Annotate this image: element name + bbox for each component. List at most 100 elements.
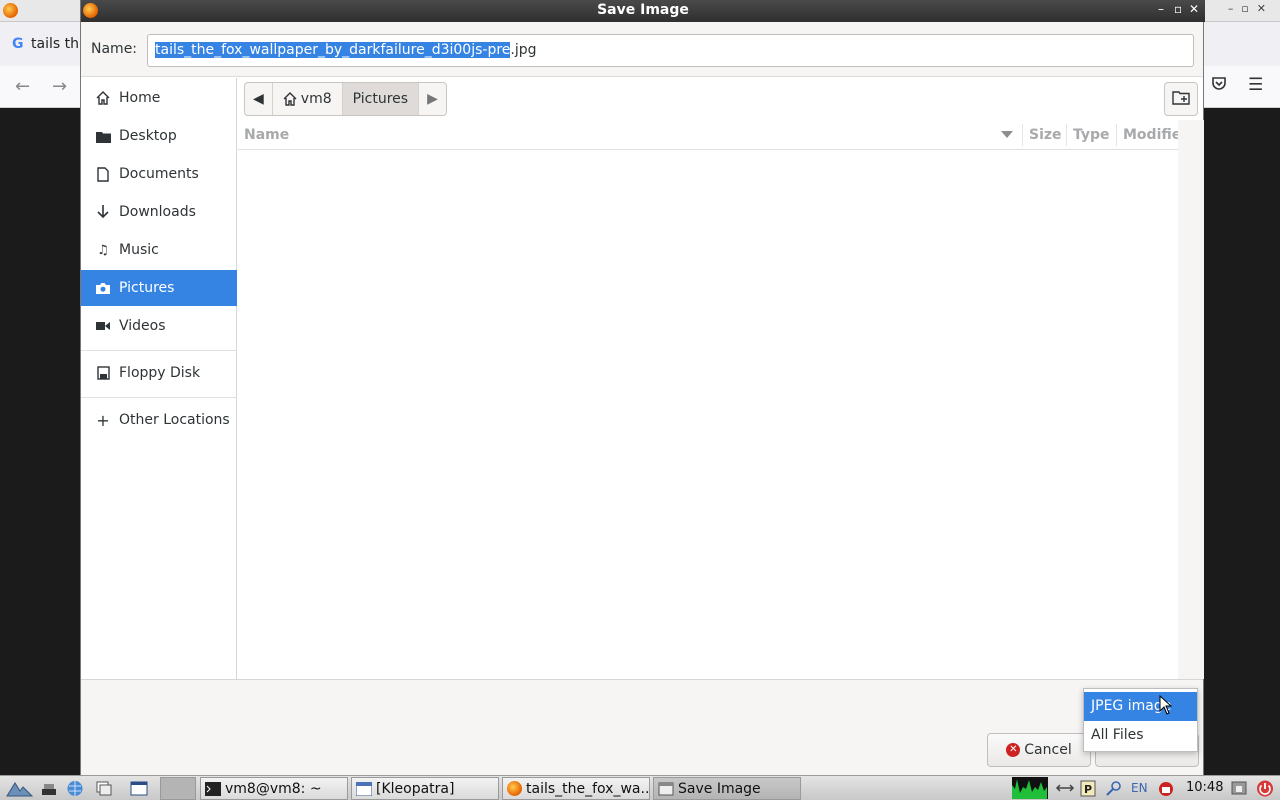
filename-row: Name: tails_the_fox_wallpaper_by_darkfai…	[81, 22, 1203, 77]
filename-selected-text: tails_the_fox_wallpaper_by_darkfailure_d…	[155, 42, 511, 58]
network-icon[interactable]	[1054, 780, 1076, 797]
dialog-footer: ✕ Cancel	[81, 679, 1203, 775]
sidebar-item-music[interactable]: ♫ Music	[81, 232, 237, 268]
home-icon	[95, 90, 111, 106]
name-label: Name:	[91, 41, 138, 57]
sidebar-item-label: Home	[119, 90, 161, 106]
sidebar-item-documents[interactable]: Documents	[81, 156, 237, 192]
places-sidebar: Home Desktop Documents Downloads ♫ Music…	[81, 78, 237, 679]
sidebar-item-pictures[interactable]: Pictures	[81, 270, 237, 306]
web-browser-icon[interactable]	[66, 780, 84, 797]
maximize-icon[interactable]: ▫	[1174, 2, 1182, 16]
taskbar-item-save-image[interactable]: Save Image	[653, 777, 801, 800]
clock[interactable]: 10:48	[1186, 780, 1223, 795]
firefox-icon	[507, 781, 522, 796]
hamburger-menu-icon[interactable]: ☰	[1248, 75, 1263, 95]
sidebar-item-other-locations[interactable]: + Other Locations	[81, 402, 237, 438]
close-icon[interactable]: ✕	[1189, 2, 1199, 16]
terminal-icon	[205, 781, 221, 796]
minimize-icon[interactable]: –	[1158, 2, 1164, 16]
sidebar-item-label: Videos	[119, 318, 166, 334]
sidebar-item-label: Documents	[119, 166, 199, 182]
taskbar-item-label: Save Image	[678, 780, 761, 797]
column-divider	[1022, 124, 1023, 146]
taskbar-item-label: tails_the_fox_wa...	[526, 780, 650, 797]
sidebar-item-desktop[interactable]: Desktop	[81, 118, 237, 154]
new-folder-icon	[1172, 90, 1190, 109]
column-header-type[interactable]: Type	[1073, 127, 1110, 143]
keyboard-layout-indicator[interactable]: EN	[1131, 781, 1148, 795]
taskbar-item-label: vm8@vm8: ~	[225, 780, 322, 797]
sidebar-item-home[interactable]: Home	[81, 80, 237, 116]
firefox-logo-icon	[3, 3, 18, 18]
pocket-icon[interactable]	[1211, 75, 1227, 96]
filetype-option-all-files[interactable]: All Files	[1084, 721, 1197, 750]
clipboard-icon[interactable]: P	[1079, 780, 1097, 797]
path-back-button[interactable]: ◀	[245, 83, 273, 115]
path-segment-label: Pictures	[352, 91, 409, 107]
file-list-scrollbar[interactable]	[1178, 120, 1204, 679]
back-arrow-icon[interactable]: ←	[15, 76, 30, 97]
dialog-window-icon	[658, 782, 674, 795]
sidebar-item-floppy-disk[interactable]: Floppy Disk	[81, 355, 237, 391]
start-menu-icon[interactable]	[6, 780, 34, 797]
firefox-window-controls[interactable]: –▫✕	[1228, 2, 1274, 15]
desktop-pager[interactable]	[160, 777, 196, 800]
lock-screen-icon[interactable]	[1230, 780, 1248, 797]
sidebar-item-label: Downloads	[119, 204, 196, 220]
column-divider	[1066, 124, 1067, 146]
power-icon[interactable]	[1256, 780, 1274, 797]
taskbar: vm8@vm8: ~ [Kleopatra] tails_the_fox_wa.…	[0, 775, 1280, 800]
sidebar-item-videos[interactable]: Videos	[81, 308, 237, 344]
window-list-icon[interactable]	[130, 780, 148, 797]
music-icon: ♫	[97, 242, 109, 258]
search-icon[interactable]	[1105, 780, 1123, 797]
taskbar-item-label: [Kleopatra]	[376, 780, 455, 797]
taskbar-item-terminal[interactable]: vm8@vm8: ~	[200, 777, 348, 800]
column-header-size[interactable]: Size	[1029, 127, 1062, 143]
video-icon	[95, 318, 111, 334]
sidebar-item-downloads[interactable]: Downloads	[81, 194, 237, 230]
path-bar: ◀ vm8 Pictures ▶	[244, 82, 447, 116]
sidebar-item-label: Other Locations	[119, 412, 230, 428]
show-desktop-icon[interactable]	[40, 780, 58, 797]
filetype-option-jpeg[interactable]: JPEG image	[1084, 692, 1197, 721]
firefox-tab-label[interactable]: tails th	[31, 36, 79, 52]
column-header-name[interactable]: Name	[244, 127, 289, 143]
document-icon	[95, 166, 111, 182]
file-manager-icon[interactable]	[95, 780, 113, 797]
filename-input[interactable]: tails_the_fox_wallpaper_by_darkfailure_d…	[147, 34, 1194, 67]
dialog-title: Save Image	[597, 2, 689, 18]
sidebar-item-label: Music	[119, 242, 159, 258]
sidebar-separator	[81, 397, 237, 398]
taskbar-item-kleopatra[interactable]: [Kleopatra]	[351, 777, 499, 800]
taskbar-item-firefox[interactable]: tails_the_fox_wa...	[502, 777, 650, 800]
camera-icon	[95, 280, 111, 296]
folder-icon	[95, 128, 111, 144]
cancel-icon: ✕	[1006, 743, 1021, 757]
sidebar-item-label: Desktop	[119, 128, 177, 144]
sidebar-item-label: Floppy Disk	[119, 365, 201, 381]
filename-extension: .jpg	[510, 42, 537, 58]
forward-arrow-icon[interactable]: →	[52, 76, 67, 97]
home-icon	[283, 92, 297, 106]
plus-icon: +	[96, 410, 110, 430]
filetype-dropdown-menu: JPEG image All Files	[1083, 688, 1198, 752]
path-segment-label: vm8	[300, 91, 332, 107]
path-segment-home[interactable]: vm8	[273, 83, 343, 115]
column-header-modified[interactable]: Modifie	[1123, 127, 1181, 143]
svg-text:P: P	[1084, 783, 1092, 796]
cancel-button-label: Cancel	[1024, 742, 1072, 758]
save-image-dialog: Save Image – ▫ ✕ Name: tails_the_fox_wal…	[80, 0, 1205, 775]
path-segment-pictures[interactable]: Pictures	[342, 83, 420, 115]
file-list-header: Name Size Type Modifie	[238, 120, 1181, 150]
create-folder-button[interactable]	[1164, 82, 1198, 116]
update-notifier-icon[interactable]	[1157, 780, 1175, 797]
cpu-monitor-graph-icon	[1012, 777, 1048, 799]
cancel-button[interactable]: ✕ Cancel	[987, 733, 1091, 767]
path-forward-button[interactable]: ▶	[419, 83, 446, 115]
file-list[interactable]: Name Size Type Modifie	[238, 120, 1181, 679]
kleopatra-icon	[356, 781, 372, 796]
floppy-icon	[95, 365, 111, 381]
sort-descending-icon	[1001, 131, 1013, 138]
